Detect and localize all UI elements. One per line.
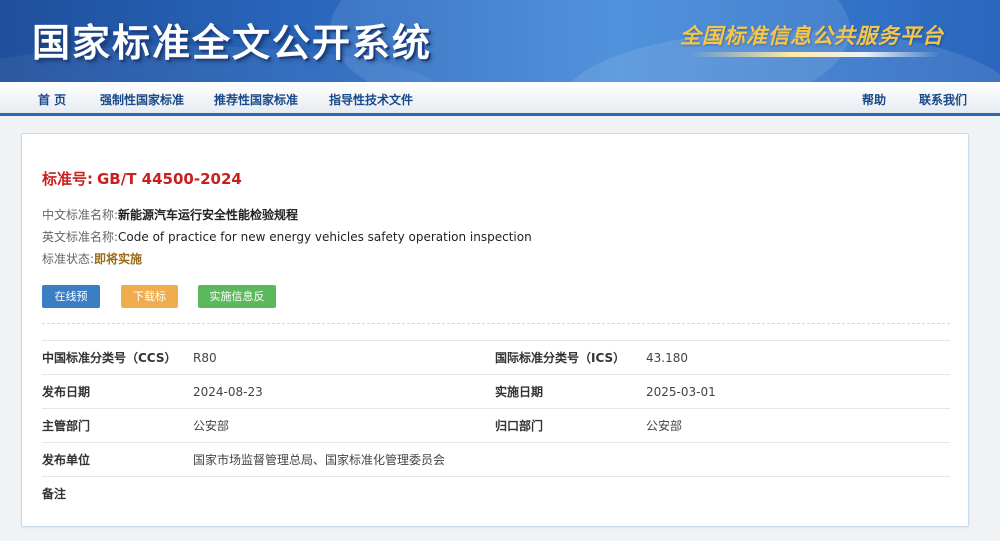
nav-home[interactable]: 首 页 <box>38 91 66 108</box>
table-row: 主管部门 公安部 归口部门 公安部 <box>42 408 950 443</box>
nav-mandatory-standards[interactable]: 强制性国家标准 <box>100 91 184 108</box>
cn-name-value: 新能源汽车运行安全性能检验规程 <box>118 208 299 222</box>
en-name-label: 英文标准名称: <box>42 230 119 244</box>
en-name-row: 英文标准名称:Code of practice for new energy v… <box>42 228 532 245</box>
ics-label: 国际标准分类号（ICS） <box>495 340 646 375</box>
nav-help[interactable]: 帮助 <box>862 91 886 108</box>
main-nav: 首 页 强制性国家标准 推荐性国家标准 指导性技术文件 帮助 联系我们 <box>0 82 1000 116</box>
publish-date-value: 2024-08-23 <box>193 374 495 409</box>
download-button[interactable]: 下载标准 <box>121 285 178 326</box>
table-row: 发布日期 2024-08-23 实施日期 2025-03-01 <box>42 374 950 409</box>
standard-details-table: 中国标准分类号（CCS） R80 国际标准分类号（ICS） 43.180 发布日… <box>42 340 950 511</box>
feedback-button[interactable]: 实施信息反馈 <box>198 285 276 326</box>
en-name-value: Code of practice for new energy vehicles… <box>118 230 532 244</box>
publish-date-label: 发布日期 <box>42 374 193 409</box>
standard-number-value: GB/T 44500-2024 <box>97 170 242 188</box>
platform-slogan: 全国标准信息公共服务平台 <box>680 23 944 48</box>
section-divider <box>42 323 950 324</box>
ccs-label: 中国标准分类号（CCS） <box>42 340 193 375</box>
nav-guidance-documents[interactable]: 指导性技术文件 <box>329 91 413 108</box>
impl-date-label: 实施日期 <box>495 374 646 409</box>
centralized-dept-value: 公安部 <box>646 408 950 443</box>
table-row: 中国标准分类号（CCS） R80 国际标准分类号（ICS） 43.180 <box>42 340 950 375</box>
publisher-value: 国家市场监督管理总局、国家标准化管理委员会 <box>193 442 950 477</box>
standard-number-label: 标准号: <box>42 170 93 188</box>
authority-label: 主管部门 <box>42 408 193 443</box>
table-row: 备注 <box>42 476 950 511</box>
table-row: 发布单位 国家市场监督管理总局、国家标准化管理委员会 <box>42 442 950 477</box>
site-title: 国家标准全文公开系统 <box>32 20 433 65</box>
publisher-label: 发布单位 <box>42 442 193 477</box>
cn-name-row: 中文标准名称:新能源汽车运行安全性能检验规程 <box>42 206 298 223</box>
status-label: 标准状态: <box>42 252 95 266</box>
remarks-label: 备注 <box>42 476 193 511</box>
centralized-dept-label: 归口部门 <box>495 408 646 443</box>
remarks-value <box>193 476 950 511</box>
preview-button[interactable]: 在线预览 <box>42 285 100 326</box>
ccs-value: R80 <box>193 340 495 375</box>
standard-number: 标准号: GB/T 44500-2024 <box>42 168 242 189</box>
authority-value: 公安部 <box>193 408 495 443</box>
ics-value: 43.180 <box>646 340 950 375</box>
slogan-underline-decoration <box>690 52 940 57</box>
header-banner: 国家标准全文公开系统 全国标准信息公共服务平台 <box>0 0 1000 82</box>
nav-recommended-standards[interactable]: 推荐性国家标准 <box>214 91 298 108</box>
impl-date-value: 2025-03-01 <box>646 374 950 409</box>
status-row: 标准状态:即将实施 <box>42 250 142 267</box>
nav-contact[interactable]: 联系我们 <box>919 91 967 108</box>
standard-detail-card: 标准号: GB/T 44500-2024 中文标准名称:新能源汽车运行安全性能检验… <box>21 133 969 527</box>
cn-name-label: 中文标准名称: <box>42 208 119 222</box>
status-value: 即将实施 <box>94 252 143 266</box>
